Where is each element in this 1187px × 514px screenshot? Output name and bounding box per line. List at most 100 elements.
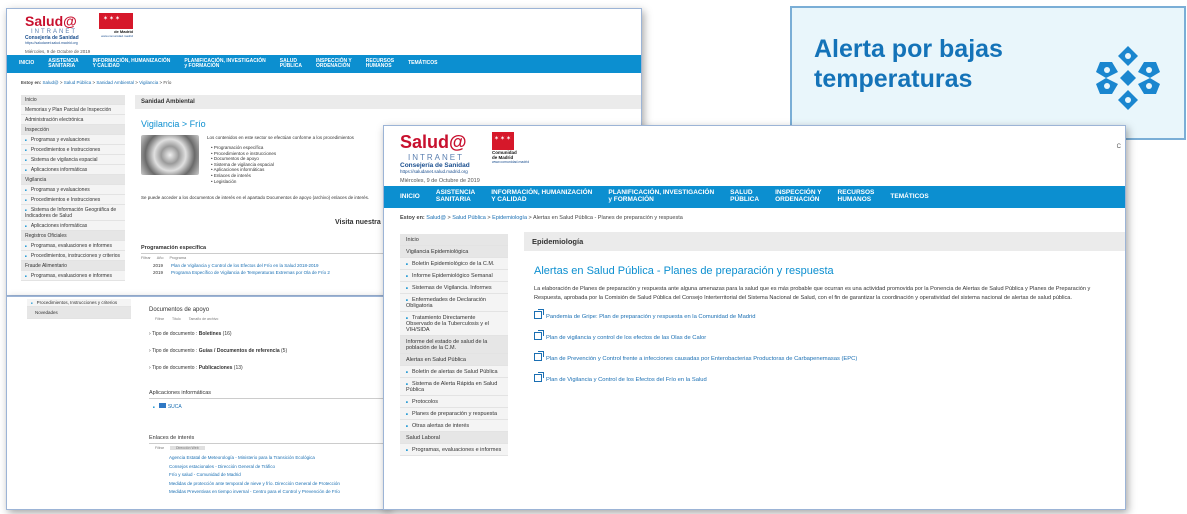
nav-item[interactable]: INSPECCIÓN Y ORDENACIÓN [775,189,821,204]
nav-item[interactable]: RECURSOS HUMANOS [366,58,394,70]
nav-item[interactable]: PLANIFICACIÓN, INVESTIGACIÓN y FORMACIÓN [184,58,265,70]
sidebar-item[interactable]: Programas y evaluaciones [21,135,125,145]
table-row: 2019 Programa Específico de Vigilancia de… [153,270,330,275]
documents-title: Documentos de apoyo [149,307,210,313]
sidebar-item[interactable]: Inicio [21,95,125,105]
screenshot-alertas-page: Salud@ INTRANET Consejería de Sanidad ht… [383,125,1126,510]
nav-item[interactable]: PLANIFICACIÓN, INVESTIGACIÓN y FORMACIÓN [608,189,714,204]
nav-item[interactable]: RECURSOS HUMANOS [838,189,875,204]
sidebar-item[interactable]: Sistemas de Vigilancia. Informes [400,282,508,294]
sidebar-item[interactable]: Administración electrónica [21,115,125,125]
breadcrumb: Estoy en: Salud@ > Salud Pública > Epide… [400,215,683,221]
sidebar-item[interactable]: Programas y evaluaciones [21,185,125,195]
nav-item[interactable]: INFORMACIÓN, HUMANIZACIÓN Y CALIDAD [93,58,171,70]
sidebar: InicioVigilancia EpidemiológicaBoletín E… [400,234,508,456]
alert-cold-banner: Alerta por bajas temperaturas [790,6,1186,140]
sidebar-item[interactable]: Alertas en Salud Pública [400,354,508,366]
breadcrumb-item[interactable]: Salud@ [426,215,446,221]
sidebar-item[interactable]: Boletín Epidemiológico de la C.M. [400,258,508,270]
links-list: Agencia Estatal de Meteorología - Minist… [169,454,340,497]
external-link[interactable]: Frío y salud - Comunidad de Madrid [169,471,340,480]
nav-item[interactable]: SALUD PÚBLICA [280,58,302,70]
breadcrumb-item[interactable]: Vigilancia [139,80,158,85]
nav-item[interactable]: SALUD PÚBLICA [730,189,759,204]
document-type-groups: › Tipo de documento : Boletines (16) › Ti… [149,331,287,382]
section-list: • Programación específica • Procedimiento… [211,145,276,184]
sidebar-item[interactable]: Inicio [400,234,508,246]
sidebar-item[interactable]: Informe del estado de salud de la poblac… [400,336,508,354]
cyclone-satellite-image [141,135,199,175]
nav-item[interactable]: INICIO [400,193,420,201]
comunidad-madrid-logo: ✶✶✶ Comunidad de Madrid www.comunidad.ma… [492,132,532,164]
sidebar-item[interactable]: Tratamiento Directamente Observado de la… [400,312,508,336]
sidebar-item[interactable]: Procedimientos e Instrucciones [21,145,125,155]
main-nav: INICIO ASISTENCIA SANITARIA INFORMACIÓN, H… [7,55,641,73]
page-title: Alertas en Salud Pública - Planes de pre… [534,265,834,277]
external-link-icon [534,309,544,319]
sidebar-item[interactable]: Procedimientos, instrucciones y criterio… [21,251,125,261]
document-type-row[interactable]: › Tipo de documento : Guías / Documentos… [149,348,287,354]
breadcrumb-item[interactable]: Salud Pública [452,215,486,221]
breadcrumb-item: Frío [163,80,172,85]
sidebar-item[interactable]: Memorias y Plan Parcial de Inspección [21,105,125,115]
breadcrumb-item[interactable]: Salud@ [43,80,59,85]
external-link[interactable]: Agencia Estatal de Meteorología - Minist… [169,454,340,463]
external-link-icon [534,351,544,361]
document-type-row[interactable]: › Tipo de documento : Boletines (16) [149,331,287,337]
plans-list: Pandemia de Gripe: Plan de preparación y… [534,309,1115,383]
sidebar-continued: Procedimientos, Instrucciones y criterio… [27,299,131,319]
sidebar-item[interactable]: Aplicaciones informáticas [21,221,125,231]
sidebar-item[interactable]: Informe Epidemiológico Semanal [400,270,508,282]
sidebar-item[interactable]: Inspección [21,125,125,135]
breadcrumb: Estoy en: Salud@ > Salud Pública > Sanid… [21,80,172,85]
screenshot-frio-documents: Procedimientos, Instrucciones y criterio… [6,296,388,510]
external-link[interactable]: Medidas Preventivas en tiempo invernal -… [169,488,340,497]
salud-logo[interactable]: Salud@ [25,13,79,29]
plan-link-row[interactable]: Plan de Vigilancia y Control de los Efec… [534,372,1115,383]
sidebar-item[interactable]: Aplicaciones informáticas [21,165,125,175]
external-link[interactable]: Medidas de protección ante temporal de n… [169,480,340,489]
sidebar-item[interactable]: Programas, evaluaciones e informes [400,444,508,456]
breadcrumb-item[interactable]: Sanidad Ambiental [96,80,134,85]
sidebar-item[interactable]: Registros Oficiales [21,231,125,241]
sidebar-item[interactable]: Vigilancia [21,175,125,185]
nav-item[interactable]: ASISTENCIA SANITARIA [48,58,78,70]
salud-logo[interactable]: Salud@ [400,132,470,153]
sidebar-item[interactable]: Sistema de Información Geográfica de Ind… [21,205,125,221]
sidebar-item[interactable]: Planes de preparación y respuesta [400,408,508,420]
plan-link-row[interactable]: Plan de Prevención y Control frente a in… [534,351,1115,362]
sidebar-item[interactable]: Fraude Alimentario [21,261,125,271]
plan-link-row[interactable]: Pandemia de Gripe: Plan de preparación y… [534,309,1115,320]
sidebar-item[interactable]: Sistema de Alerta Rápida en Salud Públic… [400,378,508,396]
nav-item[interactable]: INFORMACIÓN, HUMANIZACIÓN Y CALIDAD [491,189,592,204]
apps-title: Aplicaciones informáticas [149,390,385,399]
main-content: Epidemiología Alertas en Salud Pública -… [524,232,1125,395]
sidebar-item[interactable]: Boletín de alertas de Salud Pública [400,366,508,378]
nav-item[interactable]: INICIO [19,61,34,67]
nav-item[interactable]: INSPECCIÓN Y ORDENACIÓN [316,58,352,70]
nav-item[interactable]: ASISTENCIA SANITARIA [436,189,475,204]
sidebar-item[interactable]: Otras alertas de interés [400,420,508,432]
sidebar-item[interactable]: Programas, evaluaciones e informes [21,241,125,251]
sidebar-item[interactable]: Sistema de vigilancia espacial [21,155,125,165]
document-type-row[interactable]: › Tipo de documento : Publicaciones (13) [149,365,287,371]
sidebar-item[interactable]: Programas, evaluaciones e informes [21,271,125,281]
external-link[interactable]: Consejos estacionales - Dirección Genera… [169,463,340,472]
sidebar: Inicio Memorias y Plan Parcial de Inspecc… [21,95,125,281]
breadcrumb-item[interactable]: Epidemiología [492,215,527,221]
site-header: Salud@ INTRANET Consejería de Sanidad ht… [384,126,1125,184]
breadcrumb-item[interactable]: Salud Pública [64,80,92,85]
table-row: 2019 Plan de Vigilancia y Control de los … [153,263,319,268]
plan-link-row[interactable]: Plan de vigilancia y control de los efec… [534,330,1115,341]
list-item: • Legislación [211,178,237,184]
nav-item[interactable]: TEMÁTICOS [890,193,928,201]
section-header: Epidemiología [524,232,1125,251]
sidebar-item[interactable]: Salud Laboral [400,432,508,444]
sidebar-item[interactable]: Protocolos [400,396,508,408]
sidebar-item[interactable]: Vigilancia Epidemiológica [400,246,508,258]
intro-paragraph: La elaboración de Planes de preparación … [534,286,1091,301]
sidebar-item[interactable]: Enfermedades de Declaración Obligatoria [400,294,508,312]
suca-app[interactable]: SUCA [153,403,182,410]
sidebar-item[interactable]: Procedimientos e Instrucciones [21,195,125,205]
nav-item[interactable]: TEMÁTICOS [408,61,437,67]
